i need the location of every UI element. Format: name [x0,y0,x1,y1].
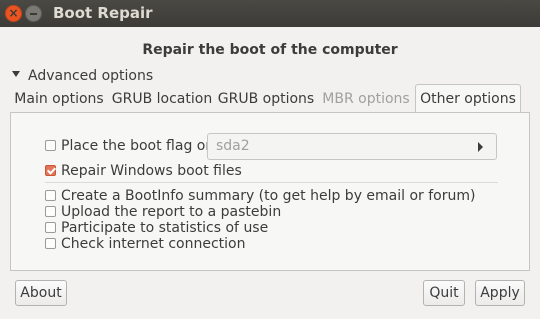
statistics-checkbox[interactable] [45,222,56,233]
boot-flag-label: Place the boot flag on: [61,138,219,154]
partition-value: sda2 [216,138,250,154]
about-button[interactable]: About [15,280,67,306]
pastebin-checkbox[interactable] [45,206,56,217]
expander-label: Advanced options [28,68,154,84]
bootinfo-checkbox[interactable] [45,190,56,201]
internet-label: Check internet connection [61,236,246,252]
tab-mbr-options: MBR options [322,91,410,107]
minimize-window-button[interactable] [25,5,42,22]
apply-button[interactable]: Apply [475,280,525,306]
close-window-button[interactable]: × [5,5,22,22]
minimize-icon [30,13,37,15]
close-icon: × [8,6,19,20]
repair-windows-label: Repair Windows boot files [61,163,242,179]
window-title: Boot Repair [53,4,153,22]
page-heading: Repair the boot of the computer [142,42,398,58]
triangle-down-icon [12,71,20,77]
tab-main-options[interactable]: Main options [10,86,108,112]
tab-grub-options[interactable]: GRUB options [216,86,316,112]
internet-checkbox[interactable] [45,238,56,249]
boot-repair-window: × Boot Repair Repair the boot of the com… [0,0,540,319]
boot-flag-checkbox[interactable] [45,140,56,151]
tab-other-options[interactable]: Other options [415,84,521,113]
separator [45,182,498,183]
title-bar[interactable]: × Boot Repair [0,0,540,27]
boot-flag-partition-select: sda2 [207,133,497,160]
chevron-right-icon [478,142,483,152]
quit-button[interactable]: Quit [423,280,465,306]
tab-grub-location[interactable]: GRUB location [110,86,214,112]
advanced-options-expander[interactable]: Advanced options [12,68,153,84]
repair-windows-checkbox[interactable] [45,165,56,176]
